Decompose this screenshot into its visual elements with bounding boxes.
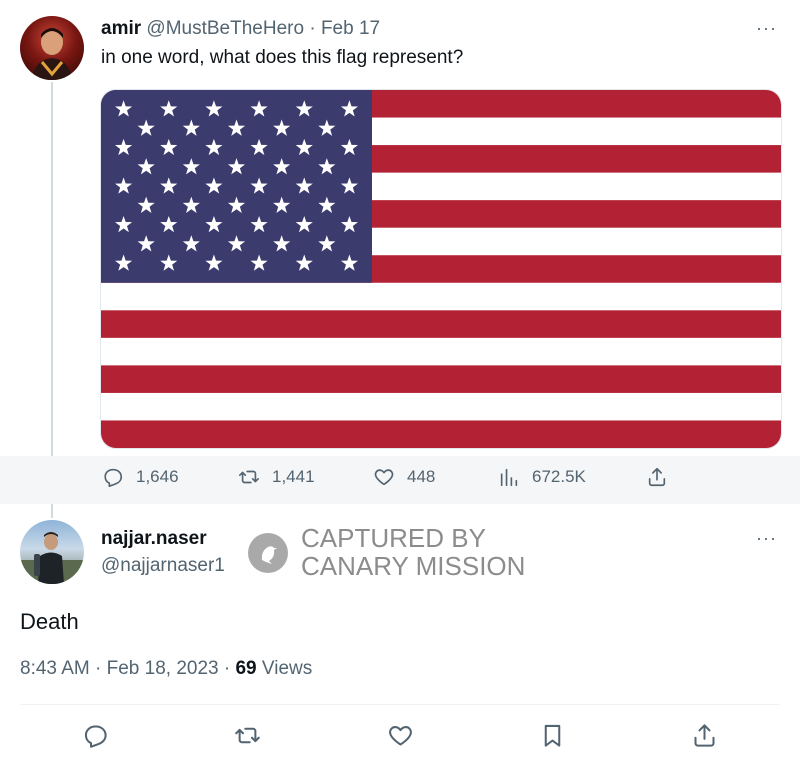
- retweet-count: 1,441: [272, 467, 315, 486]
- retweet-icon: [235, 727, 260, 744]
- tweet-date[interactable]: Feb 17: [321, 18, 380, 39]
- author-handle[interactable]: @MustBeTheHero: [146, 18, 304, 39]
- share-icon: [648, 467, 666, 487]
- reply-share-button[interactable]: [691, 722, 718, 754]
- reply-author-name[interactable]: najjar.naser: [101, 528, 207, 550]
- retweet-action[interactable]: 1,441: [238, 466, 315, 488]
- reply-like-button[interactable]: [387, 722, 414, 754]
- reply-icon: [84, 725, 107, 748]
- watermark-line-2: CANARY MISSION: [301, 551, 526, 581]
- reply-more-options-button[interactable]: ···: [756, 528, 777, 549]
- bookmark-icon: [544, 724, 561, 747]
- author-name[interactable]: amir: [101, 18, 141, 39]
- more-options-button[interactable]: ···: [756, 18, 777, 39]
- meta-separator-2: ·: [223, 658, 231, 679]
- reply-views-label: Views: [261, 658, 313, 679]
- watermark-line-1: CAPTURED BY: [301, 523, 486, 553]
- heart-icon: [389, 726, 412, 746]
- retweet-icon: [239, 470, 259, 484]
- reply-action[interactable]: 1,646: [102, 466, 179, 488]
- header-separator: ·: [309, 18, 316, 39]
- flag-stripe: [101, 392, 781, 421]
- tweet-image-flag[interactable]: [100, 89, 782, 449]
- avatar-amir[interactable]: [20, 16, 84, 80]
- reply-views-count: 69: [235, 658, 257, 679]
- reply-time[interactable]: 8:43 AM: [20, 658, 90, 679]
- flag-stripe: [101, 420, 781, 448]
- us-flag-image: [101, 90, 781, 448]
- meta-separator-1: ·: [95, 658, 102, 679]
- reply-bookmark-button[interactable]: [539, 722, 566, 754]
- views-bar-chart-icon: [500, 468, 518, 487]
- flag-stripe: [101, 310, 781, 339]
- flag-canton: [101, 90, 372, 283]
- reply-retweet-button[interactable]: [234, 722, 261, 754]
- heart-icon: [374, 469, 394, 486]
- flag-stripe: [101, 337, 781, 366]
- like-action[interactable]: 448: [373, 466, 435, 488]
- reply-date[interactable]: Feb 18, 2023: [107, 658, 219, 679]
- flag-stripe: [101, 282, 781, 311]
- tweet-header: amir @MustBeTheHero · Feb 17: [101, 18, 380, 40]
- reply-count: 1,646: [136, 467, 179, 486]
- reply-icon: [104, 468, 123, 487]
- reply-meta: 8:43 AM · Feb 18, 2023 · 69 Views: [20, 658, 312, 680]
- views-count: 672.5K: [532, 467, 586, 486]
- canary-mission-watermark: CAPTURED BY CANARY MISSION: [248, 523, 548, 581]
- reply-reply-button[interactable]: [82, 722, 109, 754]
- canary-bird-logo: [248, 533, 288, 573]
- reply-author-handle[interactable]: @najjarnaser1: [101, 555, 225, 577]
- reply-text: Death: [20, 609, 79, 634]
- avatar-najjar[interactable]: [20, 520, 84, 584]
- share-icon: [694, 724, 715, 747]
- flag-stripe: [101, 365, 781, 394]
- share-action[interactable]: [646, 466, 668, 488]
- like-count: 448: [407, 467, 436, 486]
- tweet-text: in one word, what does this flag represe…: [101, 47, 464, 68]
- divider: [20, 704, 780, 705]
- views-action[interactable]: 672.5K: [498, 466, 586, 488]
- thread-line: [51, 82, 53, 518]
